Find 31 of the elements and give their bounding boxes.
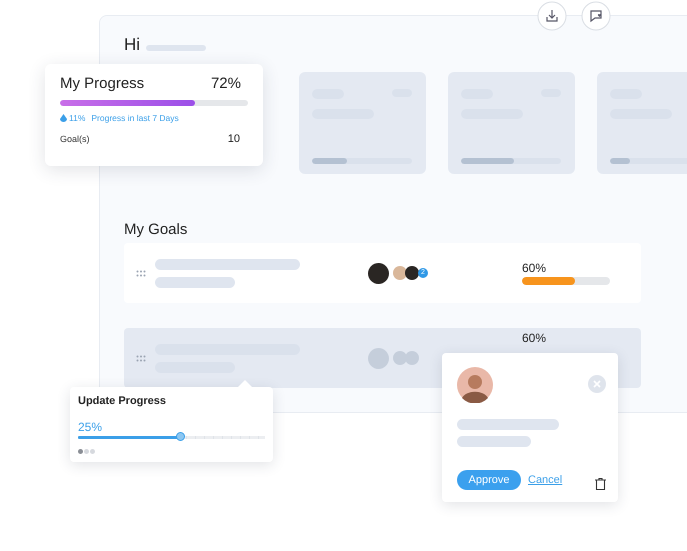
placeholder-bar [146, 45, 206, 51]
slider-thumb[interactable] [176, 432, 185, 441]
drag-handle-icon[interactable] [136, 354, 146, 362]
page-dot[interactable] [84, 449, 89, 454]
page-dot[interactable] [90, 449, 95, 454]
section-title: My Goals [124, 221, 188, 240]
percent-text: 72% [210, 75, 241, 92]
placeholder-avatar [368, 348, 389, 368]
avatar [368, 262, 389, 284]
goals-count: 10 [228, 133, 240, 145]
comment-icon[interactable] [581, 1, 611, 31]
drag-handle-icon[interactable] [136, 270, 146, 276]
card-title: My Progress [60, 75, 144, 92]
goals-label: Goal(s) [60, 134, 90, 144]
close-icon[interactable] [588, 375, 606, 393]
avatar [457, 367, 493, 403]
drop-icon [60, 114, 67, 122]
popover-title: Update Progress [78, 395, 168, 407]
page-dot[interactable] [78, 449, 83, 454]
value-text: 25% [78, 420, 104, 434]
percent-text: 60% [522, 331, 546, 345]
percent-text: 60% [522, 261, 548, 275]
placeholder-avatar [405, 351, 419, 365]
trend-label: Progress in last 7 Days [91, 113, 179, 123]
trend-value: 11% [69, 113, 86, 123]
greeting-text: Hi [124, 35, 140, 55]
download-icon[interactable] [537, 1, 567, 31]
avatar [393, 266, 407, 280]
avatar [405, 266, 419, 280]
placeholder-avatar [393, 351, 407, 365]
trash-icon[interactable] [595, 478, 606, 490]
